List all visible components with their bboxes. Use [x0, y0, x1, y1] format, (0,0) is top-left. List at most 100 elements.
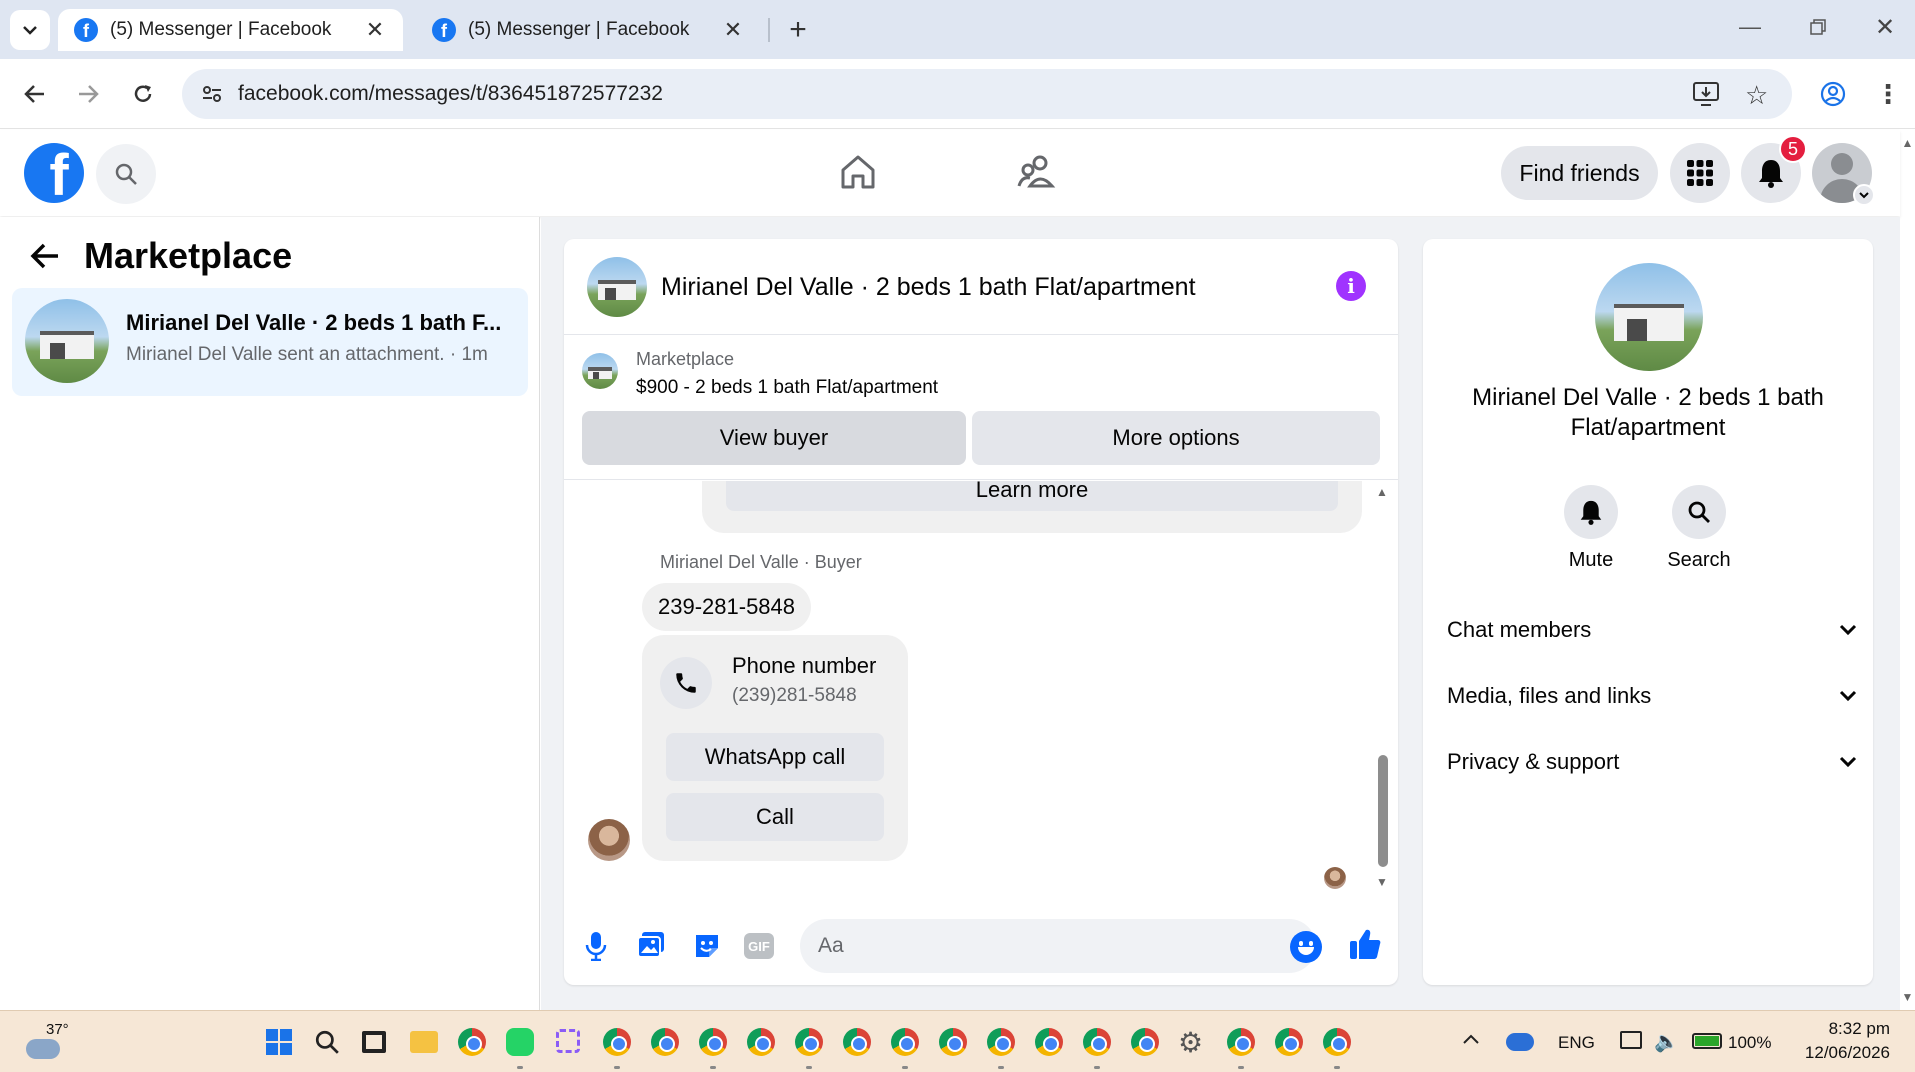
chrome-window-icon[interactable]: [1035, 1028, 1063, 1056]
search-button[interactable]: [96, 144, 156, 204]
gif-icon[interactable]: GIF: [744, 933, 774, 959]
info-avatar: [1595, 263, 1703, 371]
close-window-button[interactable]: ✕: [1870, 12, 1900, 42]
page-scroll-down-arrow[interactable]: ▼: [1900, 990, 1915, 1004]
minimize-button[interactable]: —: [1735, 12, 1765, 42]
search-conversation-button[interactable]: [1672, 485, 1726, 539]
chrome-icon[interactable]: [458, 1028, 486, 1056]
weather-widget[interactable]: 37°: [26, 1021, 76, 1065]
listing-source: Marketplace: [636, 349, 735, 369]
message-input[interactable]: Aa: [800, 919, 1322, 973]
tab-messenger[interactable]: f (5) Messenger | Facebook ✕: [416, 9, 761, 51]
chrome-window-icon[interactable]: [1275, 1028, 1303, 1056]
section-label: Media, files and links: [1447, 683, 1652, 708]
site-info-icon[interactable]: [198, 80, 226, 108]
snipping-tool-icon[interactable]: [556, 1029, 580, 1053]
new-tab-button[interactable]: +: [780, 12, 816, 48]
forward-button[interactable]: [70, 76, 106, 112]
chrome-window-icon[interactable]: [747, 1028, 775, 1056]
browser-menu-button[interactable]: ⋮: [1870, 76, 1906, 112]
menu-button[interactable]: [1670, 143, 1730, 203]
windows-taskbar: 37° ⚙ ENG 🔈 100% 8:32 pm 12/06/2026: [0, 1010, 1915, 1072]
language-indicator[interactable]: ENG: [1558, 1033, 1595, 1053]
more-options-button[interactable]: More options: [972, 411, 1380, 465]
close-tab-icon[interactable]: ✕: [363, 17, 387, 43]
running-indicator: [998, 1066, 1004, 1069]
account-chevron-icon[interactable]: [1853, 184, 1875, 206]
restore-button[interactable]: [1803, 12, 1833, 42]
chat-title[interactable]: Mirianel Del Valle · 2 beds 1 bath Flat/…: [661, 273, 1196, 302]
find-friends-button[interactable]: Find friends: [1501, 146, 1658, 200]
profile-button[interactable]: [1815, 76, 1851, 112]
chat-info-button[interactable]: i: [1336, 271, 1366, 301]
like-thumb-icon[interactable]: [1348, 927, 1382, 961]
friends-nav-button[interactable]: [1016, 152, 1056, 192]
mute-button[interactable]: [1564, 485, 1618, 539]
tab-search-button[interactable]: [10, 10, 50, 50]
install-app-icon[interactable]: [1692, 81, 1720, 107]
volume-icon[interactable]: 🔈: [1654, 1029, 1679, 1054]
chevron-down-icon: [1839, 624, 1857, 636]
chrome-window-icon[interactable]: [699, 1028, 727, 1056]
reload-button[interactable]: [125, 76, 161, 112]
microphone-icon[interactable]: [584, 931, 608, 961]
chrome-window-icon[interactable]: [891, 1028, 919, 1056]
file-explorer-icon[interactable]: [410, 1031, 438, 1053]
chrome-window-icon[interactable]: [1083, 1028, 1111, 1056]
chat-avatar[interactable]: [587, 257, 647, 317]
onedrive-icon[interactable]: [1506, 1033, 1534, 1051]
settings-gear-icon[interactable]: ⚙: [1178, 1026, 1203, 1059]
home-nav-button[interactable]: [838, 152, 878, 192]
network-icon[interactable]: [1620, 1031, 1642, 1049]
clock[interactable]: 8:32 pm 12/06/2026: [1790, 1019, 1890, 1063]
learn-more-button[interactable]: Learn more: [726, 481, 1338, 511]
message-list: Learn more Mirianel Del Valle · Buyer 23…: [564, 481, 1398, 901]
facebook-logo-icon[interactable]: f: [24, 143, 84, 203]
message-input-placeholder: Aa: [818, 934, 844, 957]
bell-icon: [1580, 500, 1602, 525]
chrome-window-icon[interactable]: [843, 1028, 871, 1056]
running-indicator: [1094, 1066, 1100, 1069]
chrome-window-icon[interactable]: [987, 1028, 1015, 1056]
chrome-window-icon[interactable]: [651, 1028, 679, 1056]
url-text: facebook.com/messages/t/836451872577232: [238, 82, 663, 105]
taskbar-search-icon[interactable]: [314, 1029, 340, 1055]
pane-title: Marketplace: [84, 235, 293, 276]
bookmark-star-icon[interactable]: ☆: [1745, 80, 1768, 111]
sender-avatar: [588, 819, 630, 861]
message-scroll-up-arrow[interactable]: ▲: [1376, 485, 1388, 499]
privacy-support-section[interactable]: Privacy & support: [1447, 749, 1857, 775]
whatsapp-call-button[interactable]: WhatsApp call: [666, 733, 884, 781]
chrome-window-icon[interactable]: [603, 1028, 631, 1056]
back-button[interactable]: [17, 76, 53, 112]
chrome-window-icon[interactable]: [1227, 1028, 1255, 1056]
page-scroll-up-arrow[interactable]: ▲: [1900, 136, 1915, 150]
chrome-window-icon[interactable]: [1323, 1028, 1351, 1056]
view-buyer-button[interactable]: View buyer: [582, 411, 966, 465]
sticker-icon[interactable]: [692, 931, 722, 961]
conversation-item[interactable]: Mirianel Del Valle · 2 beds 1 bath F... …: [12, 288, 528, 396]
chrome-window-icon[interactable]: [795, 1028, 823, 1056]
show-hidden-icons-chevron-icon[interactable]: [1462, 1033, 1480, 1045]
chat-header: Mirianel Del Valle · 2 beds 1 bath Flat/…: [564, 239, 1398, 335]
media-files-links-section[interactable]: Media, files and links: [1447, 683, 1857, 709]
tab-messenger-active[interactable]: f (5) Messenger | Facebook ✕: [58, 9, 403, 51]
chrome-window-icon[interactable]: [1131, 1028, 1159, 1056]
chat-members-section[interactable]: Chat members: [1447, 617, 1857, 643]
start-button[interactable]: [266, 1029, 292, 1055]
message-scrollbar-thumb[interactable]: [1378, 755, 1388, 867]
whatsapp-icon[interactable]: [506, 1028, 534, 1056]
friends-icon: [1017, 155, 1056, 188]
back-arrow-icon[interactable]: [30, 243, 60, 269]
photo-icon[interactable]: [636, 931, 666, 959]
emoji-icon[interactable]: [1290, 931, 1322, 963]
battery-icon[interactable]: [1692, 1033, 1722, 1049]
conversation-name: Mirianel Del Valle · 2 beds 1 bath F...: [126, 310, 502, 335]
chrome-window-icon[interactable]: [939, 1028, 967, 1056]
message-scroll-down-arrow[interactable]: ▼: [1376, 875, 1388, 889]
address-bar[interactable]: facebook.com/messages/t/836451872577232 …: [182, 69, 1792, 119]
message-bubble[interactable]: 239-281-5848: [642, 583, 812, 631]
task-view-icon[interactable]: [362, 1031, 386, 1053]
call-button[interactable]: Call: [666, 793, 884, 841]
close-tab-icon[interactable]: ✕: [721, 17, 745, 43]
